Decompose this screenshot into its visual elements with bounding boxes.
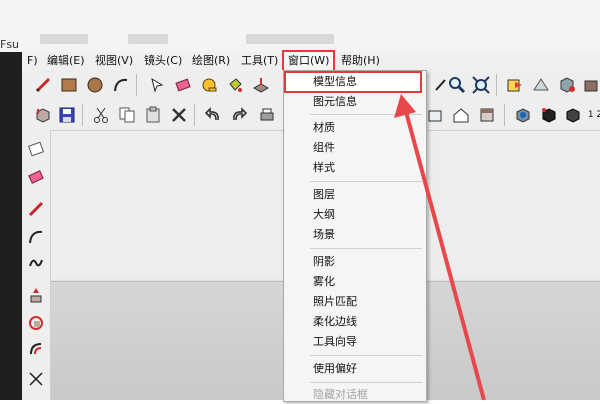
menu-item-entity-info[interactable]: 图元信息 bbox=[313, 93, 357, 111]
window-menu-dropdown: 模型信息 图元信息 材质 组件 样式 图层 大纲 场景 阴影 雾化 照片匹配 柔… bbox=[283, 70, 427, 402]
share-icon[interactable] bbox=[580, 74, 600, 96]
title-blur bbox=[128, 34, 168, 44]
axes-tool-icon[interactable] bbox=[25, 368, 47, 390]
toolbar-separator bbox=[82, 104, 83, 126]
menu-item-model-info[interactable]: 模型信息 bbox=[313, 73, 357, 91]
offset-tool-icon[interactable] bbox=[25, 338, 47, 360]
menu-item-preferences[interactable]: 使用偏好 bbox=[313, 360, 357, 378]
menu-camera[interactable]: 镜头(C) bbox=[141, 53, 185, 69]
print-icon[interactable] bbox=[256, 104, 278, 126]
layers-number-label[interactable]: 1 2 bbox=[584, 104, 600, 126]
window-title-fragment: Fsu bbox=[0, 38, 20, 51]
move-tool-icon[interactable] bbox=[25, 284, 47, 306]
paint-bucket-icon[interactable] bbox=[224, 74, 246, 96]
toolbar-separator bbox=[194, 104, 195, 126]
eraser-tool-icon[interactable] bbox=[25, 166, 47, 188]
delete-icon[interactable] bbox=[168, 104, 190, 126]
cut-icon[interactable] bbox=[90, 104, 112, 126]
paste-icon[interactable] bbox=[142, 104, 164, 126]
title-bar: Fsu bbox=[0, 0, 600, 52]
menu-separator bbox=[310, 355, 422, 356]
zoom-icon[interactable] bbox=[446, 74, 468, 96]
menu-item-styles[interactable]: 样式 bbox=[313, 159, 335, 177]
new-model-icon[interactable] bbox=[32, 104, 54, 126]
toolbar-separator bbox=[136, 74, 137, 96]
menu-item-scenes[interactable]: 场景 bbox=[313, 226, 335, 244]
menu-item-match-photo[interactable]: 照片匹配 bbox=[313, 293, 357, 311]
model-info-icon[interactable] bbox=[512, 104, 534, 126]
menu-help[interactable]: 帮助(H) bbox=[338, 53, 383, 69]
tape-measure-icon[interactable] bbox=[198, 74, 220, 96]
arc-icon[interactable] bbox=[110, 74, 132, 96]
zoom-extents-icon[interactable] bbox=[470, 74, 492, 96]
component-icon[interactable] bbox=[504, 74, 526, 96]
redo-icon[interactable] bbox=[228, 104, 250, 126]
menu-item-components[interactable]: 组件 bbox=[313, 139, 335, 157]
menu-draw[interactable]: 绘图(R) bbox=[189, 53, 233, 69]
undo-icon[interactable] bbox=[202, 104, 224, 126]
menu-item-outliner[interactable]: 大纲 bbox=[313, 206, 335, 224]
title-blur bbox=[40, 34, 88, 44]
menu-item-soften-edges[interactable]: 柔化边线 bbox=[313, 313, 357, 331]
menu-bar: F) 编辑(E) 视图(V) 镜头(C) 绘图(R) 工具(T) 窗口(W) 帮… bbox=[22, 50, 600, 72]
copy-icon[interactable] bbox=[116, 104, 138, 126]
rectangle-icon[interactable] bbox=[58, 74, 80, 96]
menu-separator bbox=[310, 114, 422, 115]
menu-item-materials[interactable]: 材质 bbox=[313, 119, 335, 137]
push-pull-icon[interactable] bbox=[250, 74, 272, 96]
title-blur bbox=[246, 34, 334, 44]
menu-edit[interactable]: 编辑(E) bbox=[44, 53, 88, 69]
rotate-tool-icon[interactable] bbox=[25, 312, 47, 334]
arc-tool-icon[interactable] bbox=[25, 226, 47, 248]
left-edge-strip bbox=[0, 52, 22, 400]
menu-file[interactable]: F) bbox=[24, 53, 41, 69]
save-icon[interactable] bbox=[56, 104, 78, 126]
left-toolbar bbox=[22, 130, 51, 400]
view-top-icon[interactable] bbox=[424, 104, 446, 126]
toolbar-separator bbox=[504, 104, 505, 126]
select-icon[interactable] bbox=[146, 74, 168, 96]
menu-window[interactable]: 窗口(W) bbox=[282, 50, 336, 72]
select-tool-icon[interactable] bbox=[25, 138, 47, 160]
pencil-icon[interactable] bbox=[32, 74, 54, 96]
toolbar-separator bbox=[496, 74, 497, 96]
freehand-tool-icon[interactable] bbox=[25, 252, 47, 274]
menu-item-layers[interactable]: 图层 bbox=[313, 186, 335, 204]
menu-separator bbox=[310, 382, 422, 383]
menu-item-hide-dialogs: 隐藏对话框 bbox=[313, 388, 368, 401]
menu-separator bbox=[310, 181, 422, 182]
house-icon[interactable] bbox=[450, 104, 472, 126]
menu-item-fog[interactable]: 雾化 bbox=[313, 273, 335, 291]
menu-separator bbox=[310, 248, 422, 249]
menu-tools[interactable]: 工具(T) bbox=[238, 53, 281, 69]
solid-icon[interactable] bbox=[538, 104, 560, 126]
menu-view[interactable]: 视图(V) bbox=[92, 53, 136, 69]
eraser-icon[interactable] bbox=[172, 74, 194, 96]
menu-item-shadows[interactable]: 阴影 bbox=[313, 253, 335, 271]
warehouse-icon[interactable] bbox=[530, 74, 552, 96]
line-tool-icon[interactable] bbox=[25, 198, 47, 220]
view-right-icon[interactable] bbox=[476, 104, 498, 126]
shaded-icon[interactable] bbox=[562, 104, 584, 126]
circle-icon[interactable] bbox=[84, 74, 106, 96]
extension-icon[interactable] bbox=[556, 74, 578, 96]
menu-item-instructor[interactable]: 工具向导 bbox=[313, 333, 357, 351]
